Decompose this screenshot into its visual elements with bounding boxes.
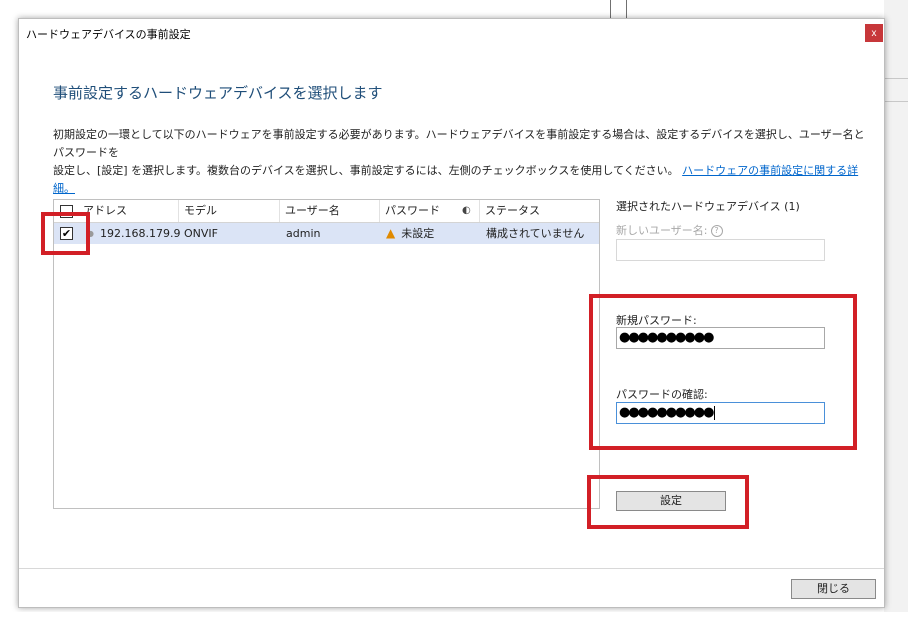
- row-status: 構成されていません: [486, 227, 585, 240]
- dialog-title: ハードウェアデバイスの事前設定: [26, 28, 191, 41]
- device-table: アドレス モデル ユーザー名 パスワード ◐ ステータス ✔ ● 192.168…: [53, 199, 600, 509]
- table-row[interactable]: ✔ ● 192.168.179.9 ONVIF admin ▲ 未設定 構成されて…: [54, 223, 599, 244]
- background-window: [884, 0, 908, 631]
- warning-icon: ▲: [386, 226, 396, 240]
- footer-divider: [19, 568, 884, 569]
- description: 初期設定の一環として以下のハードウェアを事前設定する必要があります。ハードウェア…: [53, 126, 873, 198]
- background-divider: [626, 0, 627, 20]
- column-model[interactable]: モデル: [179, 200, 280, 222]
- column-address[interactable]: アドレス: [78, 200, 179, 222]
- background-divider: [610, 0, 611, 20]
- background-window: [0, 612, 908, 631]
- row-password-value: 未設定: [401, 227, 435, 240]
- close-dialog-button[interactable]: 閉じる: [791, 579, 876, 599]
- row-username: admin: [286, 227, 321, 240]
- close-icon[interactable]: x: [865, 24, 883, 42]
- description-line-2: 設定し、[設定] を選択します。複数台のデバイスを選択し、事前設定するには、左側…: [53, 164, 679, 177]
- background-divider: [884, 101, 908, 102]
- table-header: アドレス モデル ユーザー名 パスワード ◐ ステータス: [54, 200, 599, 223]
- page-heading: 事前設定するハードウェアデバイスを選択します: [53, 84, 383, 102]
- selected-devices-title: 選択されたハードウェアデバイス (1): [616, 200, 800, 213]
- row-model: ONVIF: [184, 227, 218, 240]
- row-address: 192.168.179.9: [100, 227, 181, 240]
- column-status[interactable]: ステータス: [480, 200, 599, 222]
- new-username-input[interactable]: [616, 239, 825, 261]
- show-password-icon[interactable]: ◐: [462, 200, 471, 222]
- background-divider: [884, 78, 908, 79]
- highlight-row-checkbox: [41, 212, 90, 255]
- highlight-password-fields: [589, 294, 857, 450]
- description-line-1: 初期設定の一環として以下のハードウェアを事前設定する必要があります。ハードウェア…: [53, 128, 865, 159]
- highlight-apply-button: [587, 475, 749, 529]
- new-username-label-text: 新しいユーザー名:: [616, 224, 708, 237]
- row-password: ▲ 未設定: [386, 223, 434, 244]
- new-username-label: 新しいユーザー名:?: [616, 222, 723, 238]
- help-icon[interactable]: ?: [710, 225, 723, 237]
- column-username[interactable]: ユーザー名: [280, 200, 380, 222]
